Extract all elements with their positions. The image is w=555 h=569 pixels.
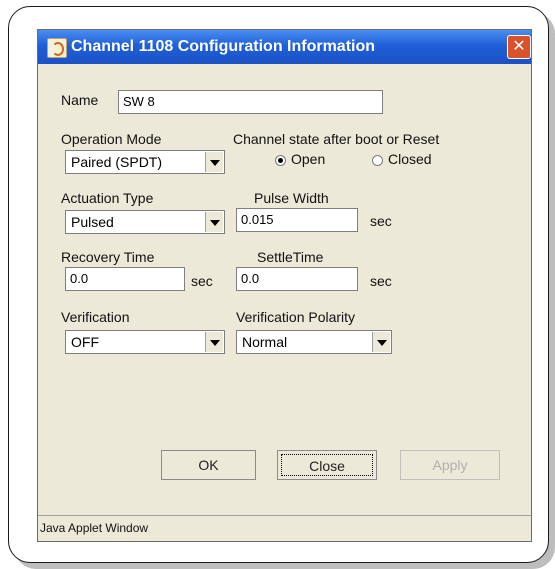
actuation-type-value: Pulsed: [71, 214, 114, 230]
verification-select[interactable]: OFF: [65, 330, 225, 354]
verification-polarity-value: Normal: [242, 334, 288, 350]
name-label: Name: [61, 92, 99, 108]
close-button-label: Close: [281, 454, 373, 476]
status-bar: Java Applet Window: [38, 515, 531, 541]
settle-time-field[interactable]: 0.0: [236, 267, 358, 291]
operation-mode-value: Paired (SPDT): [71, 154, 163, 170]
state-closed-label[interactable]: Closed: [388, 151, 432, 167]
settle-time-unit: sec: [370, 273, 392, 289]
chevron-down-icon[interactable]: [205, 332, 223, 352]
chevron-down-icon[interactable]: [372, 332, 390, 352]
close-window-button[interactable]: ✕: [507, 35, 531, 59]
recovery-time-field[interactable]: 0.0: [65, 267, 185, 291]
close-button[interactable]: Close: [277, 450, 377, 480]
actuation-type-label: Actuation Type: [61, 190, 154, 206]
recovery-time-label: Recovery Time: [61, 249, 155, 265]
recovery-time-unit: sec: [191, 273, 213, 289]
name-field[interactable]: SW 8: [118, 90, 383, 114]
actuation-type-select[interactable]: Pulsed: [65, 210, 225, 234]
pulse-width-unit: sec: [370, 213, 392, 229]
pulse-width-field[interactable]: 0.015: [236, 208, 358, 232]
dialog-window: Channel 1108 Configuration Information ✕…: [37, 29, 532, 542]
apply-button[interactable]: Apply: [400, 450, 500, 480]
verification-label: Verification: [61, 309, 130, 325]
title-bar[interactable]: Channel 1108 Configuration Information ✕: [38, 30, 531, 64]
chevron-down-icon[interactable]: [205, 212, 223, 232]
state-open-label[interactable]: Open: [291, 151, 325, 167]
verification-value: OFF: [71, 334, 99, 350]
java-app-icon: [47, 38, 67, 58]
operation-mode-select[interactable]: Paired (SPDT): [65, 150, 225, 174]
operation-mode-label: Operation Mode: [61, 131, 162, 147]
window-title: Channel 1108 Configuration Information: [71, 38, 376, 55]
channel-state-label: Channel state after boot or Reset: [233, 131, 440, 147]
verification-polarity-label: Verification Polarity: [236, 309, 356, 325]
chevron-down-icon[interactable]: [205, 152, 223, 172]
pulse-width-label: Pulse Width: [254, 190, 329, 206]
ok-button[interactable]: OK: [161, 450, 256, 480]
verification-polarity-select[interactable]: Normal: [236, 330, 392, 354]
settle-time-label: SettleTime: [257, 249, 324, 265]
state-open-radio[interactable]: [275, 155, 286, 166]
state-closed-radio[interactable]: [372, 155, 383, 166]
